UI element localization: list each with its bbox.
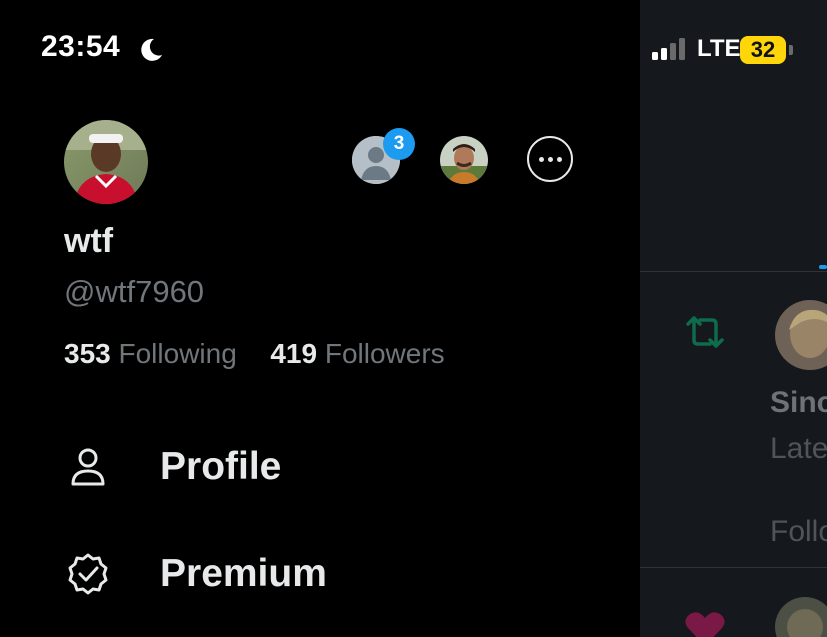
followers-label: Followers [324, 338, 445, 369]
tab-indicator [819, 265, 827, 269]
followers-link[interactable]: 419 Followers [270, 338, 444, 369]
avatar-image [64, 120, 148, 204]
more-options-button[interactable] [527, 136, 573, 182]
user-handle: @wtf7960 [64, 274, 205, 309]
status-time: 23:54 [41, 30, 121, 63]
side-drawer: 23:54 3 wtf @wtf7960 353 Following 419 F… [0, 0, 640, 637]
feed-avatar [775, 300, 827, 370]
more-dot-icon [556, 156, 562, 162]
feed-follow-partial: Follo [770, 515, 827, 548]
battery-cap [789, 45, 793, 55]
divider [640, 567, 827, 568]
menu-item-premium[interactable]: Premium [64, 550, 327, 598]
following-link[interactable]: 353 Following [64, 338, 245, 369]
followers-count: 419 [270, 338, 318, 369]
feed-name-partial: Sinc [770, 386, 827, 419]
battery-icon: 32 [740, 36, 786, 64]
background-timeline[interactable]: Sinc Late Follo [640, 0, 827, 637]
account-avatar-image [440, 136, 488, 184]
menu-item-profile[interactable]: Profile [64, 443, 281, 491]
feed-subtitle-partial: Late [770, 432, 827, 465]
menu-label-premium: Premium [160, 552, 327, 595]
repost-icon [686, 316, 724, 348]
profile-avatar[interactable] [64, 120, 148, 204]
more-dot-icon [547, 156, 553, 162]
moon-icon [141, 38, 162, 61]
network-type: LTE [697, 35, 741, 62]
following-count: 353 [64, 338, 111, 369]
verified-badge-icon [68, 553, 108, 595]
divider [640, 271, 827, 272]
heart-icon [685, 612, 725, 637]
signal-icon [652, 38, 685, 60]
display-name: wtf [64, 222, 114, 260]
more-dot-icon [538, 156, 544, 162]
menu-label-profile: Profile [160, 445, 282, 488]
feed-avatar-2 [775, 597, 827, 637]
account-switch-2[interactable] [440, 136, 488, 184]
person-icon [71, 448, 105, 486]
battery-level: 32 [750, 37, 776, 62]
notification-badge: 3 [383, 128, 415, 160]
following-label: Following [118, 338, 237, 369]
follow-stats: 353 Following 419 Followers [64, 338, 445, 370]
